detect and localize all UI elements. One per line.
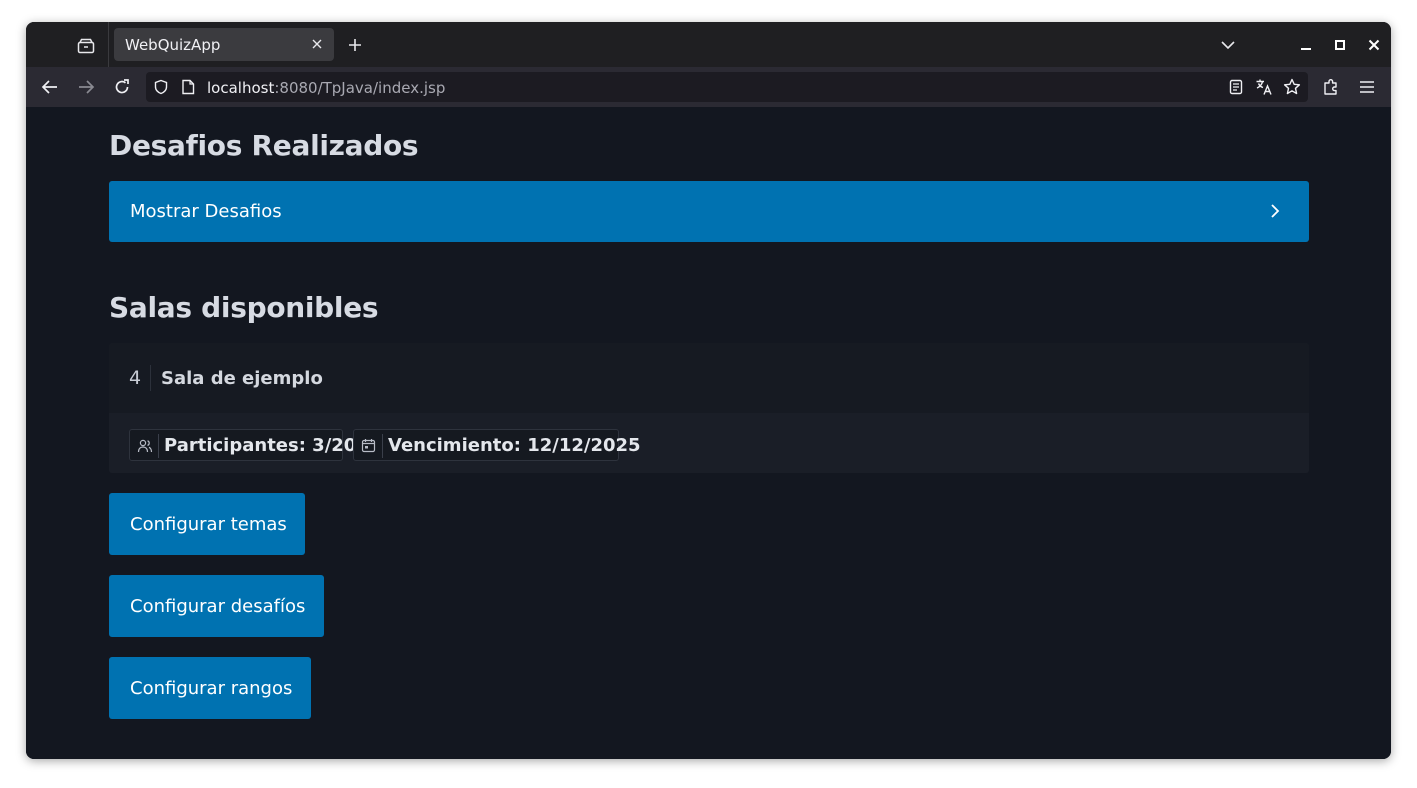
reader-view-icon[interactable] — [1227, 78, 1245, 96]
calendar-icon — [360, 437, 377, 454]
expiry-text: Vencimiento: 12/12/2025 — [388, 435, 641, 456]
users-icon — [136, 437, 153, 454]
url-bar[interactable]: localhost:8080/TpJava/index.jsp — [146, 72, 1308, 102]
show-challenges-label: Mostrar Desafios — [130, 201, 282, 222]
navigation-bar: localhost:8080/TpJava/index.jsp — [26, 67, 1391, 107]
participants-badge: Participantes: 3/20 — [129, 429, 356, 461]
badge-divider — [158, 434, 159, 458]
room-details: Participantes: 3/20 Vencimiento: 12/12/2… — [109, 413, 1309, 473]
tab-bar: WebQuizApp — [26, 22, 1391, 67]
sidebar-icon[interactable] — [74, 34, 98, 58]
page-icon[interactable] — [180, 79, 196, 95]
reload-icon[interactable] — [110, 75, 134, 99]
chevron-right-icon — [1265, 201, 1285, 221]
forward-arrow-icon[interactable] — [74, 75, 98, 99]
browser-window: WebQuizApp localhost:8080/TpJava/index.j… — [26, 22, 1391, 759]
puzzle-icon[interactable] — [1319, 75, 1343, 99]
star-icon[interactable] — [1283, 78, 1301, 96]
rooms-heading: Salas disponibles — [109, 291, 379, 324]
shield-icon[interactable] — [153, 79, 169, 95]
show-challenges-accordion[interactable]: Mostrar Desafios — [109, 181, 1309, 242]
room-id: 4 — [129, 367, 142, 389]
url-text: localhost:8080/TpJava/index.jsp — [207, 79, 445, 97]
room-header: 4 Sala de ejemplo — [109, 343, 1309, 413]
participants-text: Participantes: 3/20 — [164, 435, 357, 456]
url-path: :8080/TpJava/index.jsp — [274, 79, 446, 97]
room-divider — [150, 365, 151, 391]
challenges-heading: Desafios Realizados — [109, 129, 419, 162]
room-name: Sala de ejemplo — [161, 368, 323, 389]
plus-icon[interactable] — [344, 34, 366, 56]
back-arrow-icon[interactable] — [38, 75, 62, 99]
badge-divider — [382, 434, 383, 458]
tab-title: WebQuizApp — [125, 36, 221, 54]
window-close-icon[interactable] — [1364, 35, 1384, 55]
tab-separator — [108, 22, 109, 67]
translate-icon[interactable] — [1255, 78, 1273, 96]
url-host: localhost — [207, 79, 275, 97]
configure-topics-button[interactable]: Configurar temas — [109, 493, 305, 555]
room-card[interactable]: 4 Sala de ejemplo Participantes: 3/20 Ve… — [109, 343, 1309, 473]
tab-webquizapp[interactable]: WebQuizApp — [114, 28, 334, 61]
minimize-icon[interactable] — [1296, 35, 1316, 55]
close-icon[interactable] — [308, 35, 326, 53]
configure-ranks-button[interactable]: Configurar rangos — [109, 657, 311, 719]
page-content: Desafios Realizados Mostrar Desafios Sal… — [26, 107, 1391, 759]
hamburger-menu-icon[interactable] — [1355, 75, 1379, 99]
maximize-icon[interactable] — [1330, 35, 1350, 55]
chevron-down-icon[interactable] — [1218, 35, 1238, 55]
configure-challenges-button[interactable]: Configurar desafíos — [109, 575, 324, 637]
expiry-badge: Vencimiento: 12/12/2025 — [353, 429, 641, 461]
